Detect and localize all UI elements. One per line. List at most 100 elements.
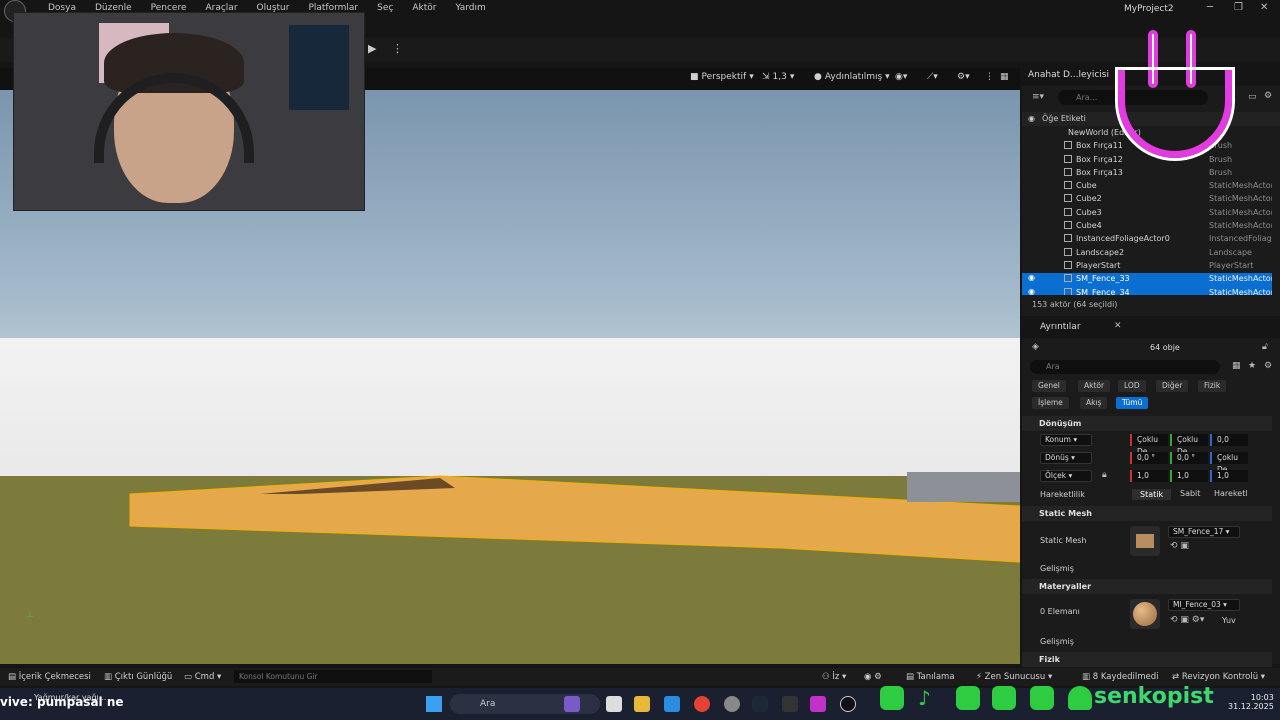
steam-icon[interactable] (752, 696, 768, 712)
menu-help[interactable]: Yardım (455, 3, 485, 13)
close-window-icon[interactable]: ✕ (1260, 2, 1268, 13)
outliner-row[interactable]: PlayerStart PlayerStart (1022, 260, 1272, 273)
details-search-input[interactable]: Ara (1030, 360, 1220, 374)
static-mesh-thumbnail[interactable] (1130, 526, 1160, 556)
close-tab-icon[interactable]: ✕ (1114, 321, 1122, 331)
filter-actor[interactable]: Aktör (1078, 380, 1111, 392)
project-title: MyProject2 (1124, 4, 1174, 14)
cmd-dropdown[interactable]: ▭ Cmd ▾ (184, 672, 221, 682)
minimize-icon[interactable]: ─ (1207, 2, 1213, 13)
windows-start-icon[interactable] (426, 696, 442, 712)
epic-games-icon[interactable] (782, 696, 798, 712)
scale-x[interactable]: 1,0 (1130, 470, 1168, 482)
outliner-tab[interactable]: Anahat D...leyicisi (1028, 70, 1109, 80)
rotation-z[interactable]: Çoklu De (1210, 452, 1248, 474)
filter-rendering[interactable]: İşleme (1032, 397, 1069, 409)
play-icon[interactable]: ▶ (368, 42, 384, 58)
item-label-column[interactable]: Öğe Etiketi (1042, 114, 1086, 123)
layout-grid-icon[interactable]: ▦ (1000, 72, 1009, 82)
outliner-row[interactable]: Cube StaticMeshActor (1022, 180, 1272, 193)
outliner-row[interactable]: Box Fırça13 Brush (1022, 167, 1272, 180)
diagnostics-button[interactable]: ▤ Tanılama (906, 672, 955, 682)
lock-icon[interactable]: 🔓︎ (1262, 342, 1268, 352)
scale-dropdown[interactable]: Ölçek ▾ (1040, 470, 1092, 482)
perspective-dropdown[interactable]: ■ Perspektif ▾ (690, 72, 754, 82)
github-icon[interactable] (724, 696, 740, 712)
material-dropdown[interactable]: MI_Fence_03 ▾ (1168, 599, 1240, 611)
filter-lod[interactable]: LOD (1118, 380, 1146, 392)
unreal-taskbar-icon[interactable] (840, 696, 856, 712)
outliner-row[interactable]: ◉ SM_Fence_34 StaticMeshActor (1022, 286, 1272, 295)
folder-icon[interactable]: ▭ (1248, 92, 1257, 102)
location-dropdown[interactable]: Konum ▾ (1040, 434, 1092, 446)
location-y[interactable]: Çoklu De (1170, 434, 1208, 456)
filter-streaming[interactable]: Akış (1080, 397, 1108, 409)
static-mesh-section[interactable]: Static Mesh (1022, 506, 1272, 521)
mobility-static[interactable]: Statik (1132, 489, 1172, 500)
mobility-stationary[interactable]: Sabit (1180, 489, 1200, 498)
static-mesh-dropdown[interactable]: SM_Fence_17 ▾ (1168, 526, 1240, 538)
file-explorer-icon[interactable] (634, 696, 650, 712)
filter-other[interactable]: Diğer (1156, 380, 1189, 392)
transform-tools-icon[interactable]: ⟋▾ (927, 72, 938, 82)
settings-gear-icon[interactable]: ⚙▾ (957, 72, 970, 82)
browse-icon[interactable]: ⟲ ▣ (1170, 541, 1189, 551)
outliner-settings-icon[interactable]: ⚙ (1264, 91, 1272, 101)
location-x[interactable]: Çoklu De (1130, 434, 1168, 456)
camera-icon: ■ (690, 72, 699, 82)
scale-y[interactable]: 1,0 (1170, 470, 1208, 482)
console-input[interactable]: Konsol Komutunu Gir (234, 670, 432, 683)
location-z[interactable]: 0,0 (1210, 434, 1248, 446)
task-view-icon[interactable] (606, 696, 622, 712)
rotation-dropdown[interactable]: Dönüş ▾ (1040, 452, 1092, 464)
show-flags-icon[interactable]: ◉▾ (895, 72, 907, 82)
material-thumbnail[interactable] (1130, 599, 1160, 629)
filter-all[interactable]: Tümü (1116, 397, 1149, 409)
physics-section[interactable]: Fizik (1022, 652, 1272, 667)
filter-general[interactable]: Genel (1032, 380, 1066, 392)
transform-section[interactable]: Dönüşüm (1022, 416, 1272, 431)
filter-icon[interactable]: ≡▾ (1032, 92, 1044, 102)
viewport-menu-icon[interactable]: ⋮ (985, 72, 994, 82)
more-options-icon[interactable]: ⋮ (392, 42, 403, 55)
visibility-eye-icon[interactable]: ◉ (1028, 287, 1035, 295)
visibility-eye-icon[interactable]: ◉ (1028, 273, 1035, 282)
rotation-x[interactable]: 0,0 ° (1130, 452, 1168, 464)
output-log-button[interactable]: ▥ Çıktı Günlüğü (104, 672, 172, 682)
advanced-expander[interactable]: Gelişmiş (1040, 564, 1074, 573)
content-drawer-button[interactable]: ▤ İçerik Çekmecesi (8, 672, 91, 682)
chrome-icon[interactable] (694, 696, 710, 712)
unsaved-button[interactable]: ▥ 8 Kaydedilmedi (1082, 672, 1159, 682)
mobility-movable[interactable]: Hareketl (1214, 489, 1248, 498)
record-icon[interactable]: ◉ ⚙ (864, 672, 882, 682)
materials-section[interactable]: Materyaller (1022, 579, 1272, 594)
app-icon[interactable] (810, 696, 826, 712)
favorite-star-icon[interactable]: ★ (1248, 361, 1256, 371)
rotation-y[interactable]: 0,0 ° (1170, 452, 1208, 464)
outliner-row[interactable]: Landscape2 Landscape (1022, 247, 1272, 260)
details-tab[interactable]: Ayrıntılar (1040, 322, 1081, 332)
menu-actor[interactable]: Aktör (412, 3, 436, 13)
table-view-icon[interactable]: ▦ (1232, 361, 1241, 371)
outliner-row[interactable]: ◉ SM_Fence_33 StaticMeshActor (1022, 273, 1272, 287)
maximize-icon[interactable]: ❐ (1234, 2, 1243, 13)
scale-z[interactable]: 1,0 (1210, 470, 1248, 482)
outliner-row[interactable]: Cube4 StaticMeshActor (1022, 220, 1272, 233)
advanced-expander-2[interactable]: Gelişmiş (1040, 637, 1074, 646)
details-settings-icon[interactable]: ⚙ (1264, 361, 1272, 371)
outliner-row[interactable]: Cube2 StaticMeshActor (1022, 193, 1272, 206)
outliner-row[interactable]: InstancedFoliageActor0 InstancedFoliag (1022, 233, 1272, 246)
lit-mode-dropdown[interactable]: ● Aydınlatılmış ▾ (814, 72, 890, 82)
material-browse-icon[interactable]: ⟲ ▣ ⚙▾ (1170, 615, 1204, 625)
scale-lock-icon[interactable]: 🔒︎ (1102, 470, 1107, 480)
zen-server-button[interactable]: ⚡ Zen Sunucusu ▾ (976, 672, 1052, 682)
trace-dropdown[interactable]: ⚇ İz ▾ (822, 672, 846, 682)
widget-icon[interactable] (564, 696, 580, 712)
menu-select[interactable]: Seç (377, 3, 393, 13)
revision-control-button[interactable]: ⇄ Revizyon Kontrolü ▾ (1172, 672, 1265, 682)
filter-physics[interactable]: Fizik (1198, 380, 1227, 392)
store-icon[interactable] (664, 696, 680, 712)
outliner-row[interactable]: Cube3 StaticMeshActor (1022, 207, 1272, 220)
outliner-row[interactable]: Box Fırça12 Brush (1022, 154, 1272, 167)
camera-speed-dropdown[interactable]: ⇲ 1,3 ▾ (762, 72, 794, 82)
